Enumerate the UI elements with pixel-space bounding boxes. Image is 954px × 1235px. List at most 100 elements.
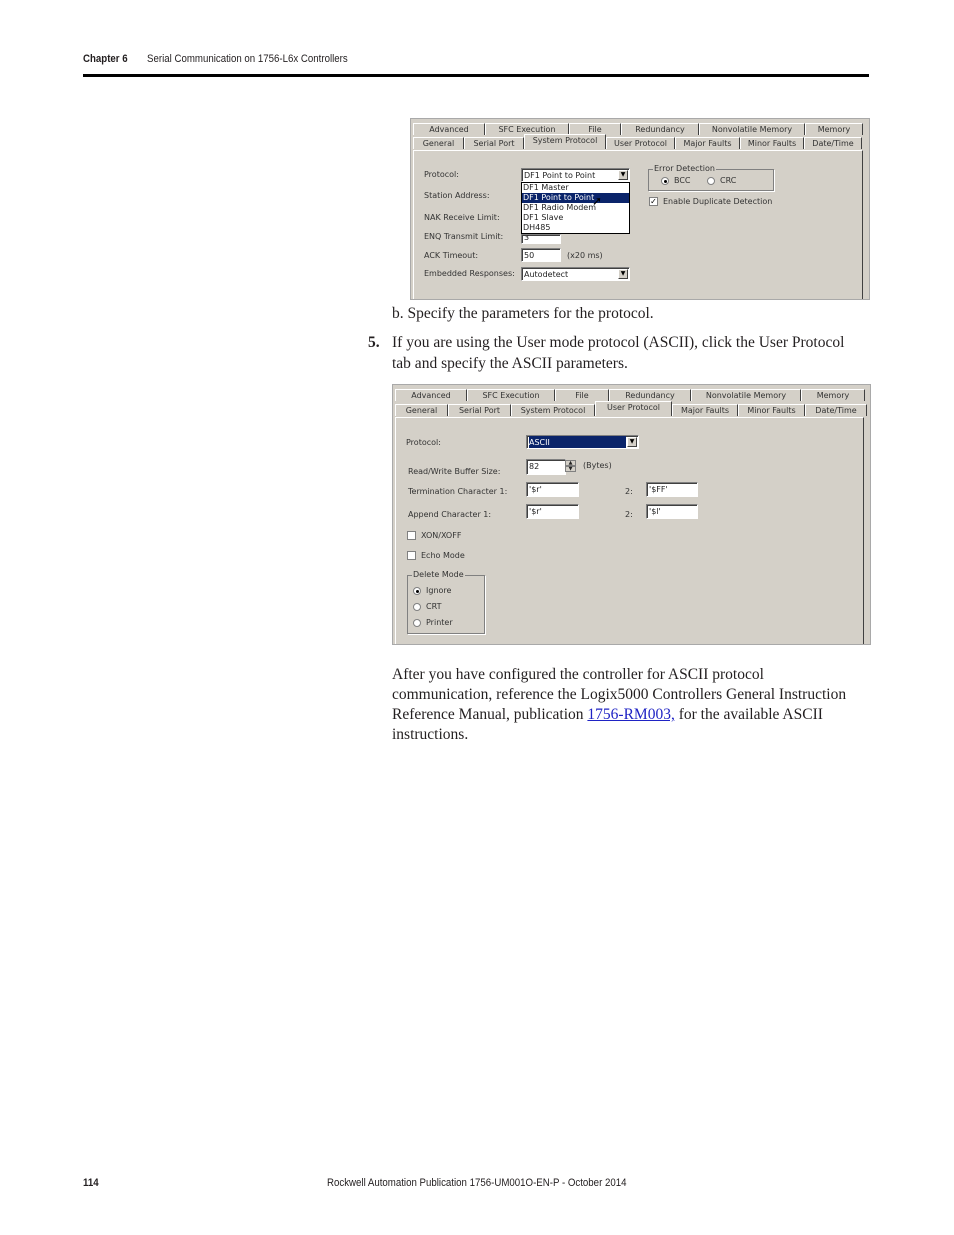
xon-xoff-label: XON/XOFF bbox=[421, 531, 462, 540]
publication-link[interactable]: 1756-RM003, bbox=[587, 706, 674, 723]
embedded-responses-value: Autodetect bbox=[524, 270, 569, 279]
chevron-down-icon[interactable]: ▼ bbox=[618, 170, 628, 180]
buffer-size-spinner[interactable]: ▲ ▼ bbox=[565, 460, 576, 474]
radio-selected-icon bbox=[413, 586, 421, 595]
buffer-size-unit: (Bytes) bbox=[583, 461, 612, 470]
spin-down-icon[interactable]: ▼ bbox=[565, 466, 576, 472]
tab-nonvolatile-memory[interactable]: Nonvolatile Memory bbox=[699, 123, 805, 135]
nak-receive-limit-label: NAK Receive Limit: bbox=[424, 213, 500, 222]
tab-system-protocol[interactable]: System Protocol bbox=[524, 134, 606, 149]
tab-row-bottom: General Serial Port System Protocol User… bbox=[395, 401, 867, 416]
tab-general[interactable]: General bbox=[413, 137, 464, 149]
radio-crt[interactable]: CRT bbox=[413, 602, 441, 611]
append-char-1-label: Append Character 1: bbox=[408, 510, 492, 519]
buffer-size-input[interactable]: 82 bbox=[526, 459, 566, 475]
buffer-size-label: Read/Write Buffer Size: bbox=[408, 467, 501, 476]
tab-memory[interactable]: Memory bbox=[801, 389, 865, 401]
tab-minor-faults[interactable]: Minor Faults bbox=[738, 404, 805, 416]
protocol-value: ASCII bbox=[529, 436, 626, 448]
tab-serial-port[interactable]: Serial Port bbox=[464, 137, 524, 149]
xon-xoff-checkbox[interactable]: XON/XOFF bbox=[407, 531, 461, 540]
page-number: 114 bbox=[83, 1177, 99, 1189]
step-5-line1: If you are using the User mode protocol … bbox=[392, 334, 845, 351]
radio-crt-label: CRT bbox=[426, 602, 442, 611]
append-char-2-label: 2: bbox=[625, 510, 633, 519]
tab-serial-port[interactable]: Serial Port bbox=[448, 404, 511, 416]
option-df1-slave[interactable]: DF1 Slave bbox=[522, 213, 629, 223]
radio-crc[interactable]: CRC bbox=[707, 176, 736, 185]
mouse-cursor-icon: ➚ bbox=[592, 194, 603, 208]
ack-timeout-input[interactable]: 50 bbox=[521, 248, 561, 262]
tab-user-protocol[interactable]: User Protocol bbox=[606, 137, 675, 149]
tab-redundancy[interactable]: Redundancy bbox=[609, 389, 691, 401]
radio-unselected-icon bbox=[413, 618, 421, 627]
radio-crc-label: CRC bbox=[720, 176, 737, 185]
protocol-label: Protocol: bbox=[424, 170, 459, 179]
tab-date-time[interactable]: Date/Time bbox=[805, 404, 867, 416]
closing-line-3-end: for the available ASCII bbox=[674, 706, 823, 723]
enq-transmit-limit-input[interactable]: 3 bbox=[521, 234, 561, 244]
delete-mode-group: Delete Mode Ignore CRT Printer bbox=[407, 570, 485, 634]
page-header: Chapter 6 Serial Communication on 1756-L6… bbox=[83, 53, 348, 65]
ack-timeout-label: ACK Timeout: bbox=[424, 251, 479, 260]
append-char-1-input[interactable]: '$r' bbox=[526, 504, 579, 519]
delete-mode-title: Delete Mode bbox=[412, 570, 465, 579]
header-rule bbox=[83, 74, 869, 77]
tab-major-faults[interactable]: Major Faults bbox=[672, 404, 738, 416]
radio-selected-icon bbox=[661, 176, 669, 185]
radio-ignore[interactable]: Ignore bbox=[413, 586, 451, 595]
tab-sfc-execution[interactable]: SFC Execution bbox=[467, 389, 555, 401]
checkbox-icon bbox=[407, 531, 416, 540]
user-protocol-screenshot: Advanced SFC Execution File Redundancy N… bbox=[392, 384, 871, 645]
enq-transmit-limit-label: ENQ Transmit Limit: bbox=[424, 232, 504, 241]
termination-char-2-input[interactable]: '$FF' bbox=[646, 482, 698, 497]
tab-advanced[interactable]: Advanced bbox=[395, 389, 467, 401]
chevron-down-icon[interactable]: ▼ bbox=[627, 437, 637, 447]
protocol-dropdown-list: DF1 Master DF1 Point to Point DF1 Radio … bbox=[521, 182, 630, 234]
checkbox-icon bbox=[407, 551, 416, 560]
tab-row-top: Advanced SFC Execution File Redundancy N… bbox=[413, 123, 863, 135]
protocol-select[interactable]: ASCII ▼ bbox=[526, 435, 639, 449]
tab-general[interactable]: General bbox=[395, 404, 448, 416]
closing-line-1: After you have configured the controller… bbox=[392, 666, 764, 683]
tab-advanced[interactable]: Advanced bbox=[413, 123, 485, 135]
ack-timeout-unit: (x20 ms) bbox=[567, 251, 603, 260]
tab-date-time[interactable]: Date/Time bbox=[804, 137, 862, 149]
error-detection-group: Error Detection BCC CRC bbox=[648, 164, 774, 191]
step-5-number: 5. bbox=[368, 333, 380, 353]
error-detection-title: Error Detection bbox=[653, 164, 716, 173]
tab-row-top: Advanced SFC Execution File Redundancy N… bbox=[395, 389, 865, 401]
chevron-down-icon[interactable]: ▼ bbox=[618, 269, 628, 279]
tab-system-protocol[interactable]: System Protocol bbox=[511, 404, 595, 416]
tab-user-protocol[interactable]: User Protocol bbox=[595, 401, 672, 416]
termination-char-2-label: 2: bbox=[625, 487, 633, 496]
tab-file[interactable]: File bbox=[555, 389, 609, 401]
tab-major-faults[interactable]: Major Faults bbox=[675, 137, 740, 149]
termination-char-1-input[interactable]: '$r' bbox=[526, 482, 579, 497]
station-address-label: Station Address: bbox=[424, 191, 490, 200]
radio-bcc-label: BCC bbox=[674, 176, 691, 185]
tab-row-bottom: General Serial Port System Protocol User… bbox=[413, 134, 862, 149]
publication-footer: Rockwell Automation Publication 1756-UM0… bbox=[327, 1177, 627, 1189]
protocol-select[interactable]: DF1 Point to Point ▼ bbox=[521, 168, 630, 182]
echo-mode-label: Echo Mode bbox=[421, 551, 465, 560]
closing-line-3: Reference Manual, publication 1756-RM003… bbox=[392, 705, 823, 725]
tab-minor-faults[interactable]: Minor Faults bbox=[740, 137, 804, 149]
radio-printer[interactable]: Printer bbox=[413, 618, 453, 627]
tab-redundancy[interactable]: Redundancy bbox=[621, 123, 699, 135]
step-5-line2: tab and specify the ASCII parameters. bbox=[392, 355, 628, 372]
option-dh485[interactable]: DH485 bbox=[522, 223, 629, 233]
enable-duplicate-detection-label: Enable Duplicate Detection bbox=[663, 197, 773, 206]
option-df1-point-to-point[interactable]: DF1 Point to Point bbox=[522, 193, 629, 203]
option-df1-radio-modem[interactable]: DF1 Radio Modem bbox=[522, 203, 629, 213]
option-df1-master[interactable]: DF1 Master bbox=[522, 183, 629, 193]
tab-memory[interactable]: Memory bbox=[805, 123, 863, 135]
radio-bcc[interactable]: BCC bbox=[661, 176, 691, 185]
echo-mode-checkbox[interactable]: Echo Mode bbox=[407, 551, 465, 560]
embedded-responses-select[interactable]: Autodetect ▼ bbox=[521, 267, 630, 281]
closing-line-3-start: Reference Manual, publication bbox=[392, 706, 588, 723]
tab-nonvolatile-memory[interactable]: Nonvolatile Memory bbox=[691, 389, 801, 401]
enable-duplicate-detection-checkbox[interactable]: ✓ Enable Duplicate Detection bbox=[649, 197, 772, 206]
protocol-value: DF1 Point to Point bbox=[524, 171, 596, 180]
append-char-2-input[interactable]: '$l' bbox=[646, 504, 698, 519]
